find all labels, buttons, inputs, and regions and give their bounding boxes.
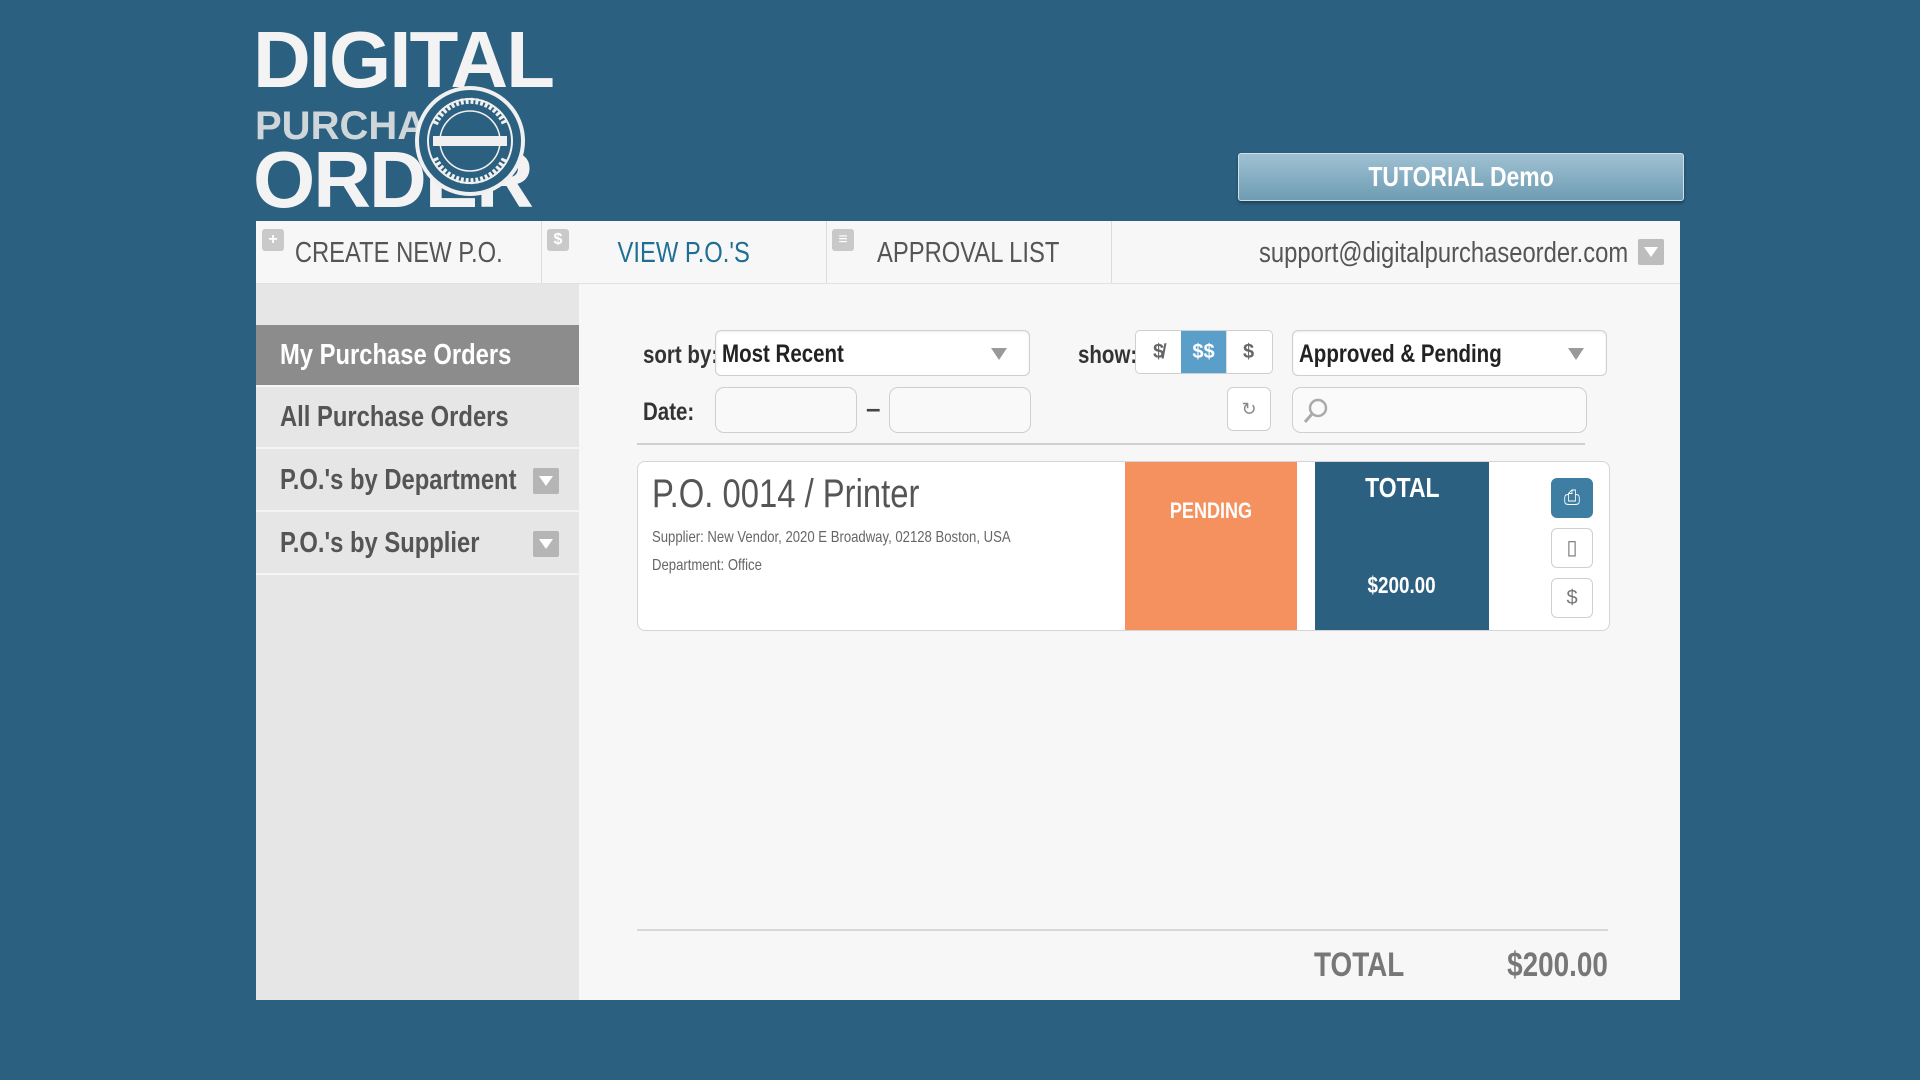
po-total-value: $200.00 [1367,572,1437,598]
show-all-toggle[interactable]: $$ [1181,331,1227,373]
tab-label: APPROVAL LIST [877,237,1060,269]
po-title: P.O. 0014 / Printer [652,472,920,516]
refresh-icon: ↻ [1241,399,1257,419]
po-total-label: TOTAL [1364,472,1440,503]
print-button[interactable]: ⎙ [1551,478,1593,518]
sidebar: My Purchase Orders All Purchase Orders P… [256,284,579,1000]
logo-seal-icon [415,86,525,196]
dollar-icon: $ [1566,587,1578,609]
account-menu[interactable]: support@digitalpurchaseorder.com [1120,221,1680,283]
grand-total-value: $200.00 [1507,946,1608,984]
show-label: show: [1078,341,1138,369]
search-input[interactable] [1292,387,1587,433]
main-nav: + CREATE NEW P.O. $ VIEW P.O.'S ≡ APPROV… [256,221,1680,284]
show-toggle-group: $̸ $$ $ [1135,330,1273,374]
sidebar-item-all-purchase-orders[interactable]: All Purchase Orders [256,387,579,449]
chevron-down-icon [1568,348,1584,360]
account-email: support@digitalpurchaseorder.com [1258,237,1628,269]
document-button[interactable]: ▯ [1551,528,1593,568]
status-select[interactable]: Approved & Pending [1292,330,1607,376]
tab-approval-list[interactable]: ≡ APPROVAL LIST [826,221,1112,283]
tutorial-demo-button[interactable]: TUTORIAL Demo [1238,153,1684,201]
divider [637,929,1608,931]
sort-select[interactable]: Most Recent [715,330,1030,376]
date-label: Date: [643,398,695,426]
tab-label: VIEW P.O.'S [617,237,750,269]
tab-view-pos[interactable]: $ VIEW P.O.'S [541,221,827,283]
status-value: Approved & Pending [1299,340,1502,368]
chevron-down-icon[interactable] [533,468,559,494]
document-icon: ▯ [1566,537,1578,559]
chevron-down-icon [991,348,1007,360]
sidebar-item-label: All Purchase Orders [280,401,509,433]
search-icon [1303,398,1328,423]
refresh-button[interactable]: ↻ [1227,387,1271,431]
app-logo: DIGITAL PURCHASE ORDER [253,20,555,220]
po-card[interactable]: P.O. 0014 / Printer Supplier: New Vendor… [637,461,1610,631]
show-no-cost-toggle[interactable]: $̸ [1136,331,1182,373]
date-separator: – [866,393,881,423]
sidebar-item-by-supplier[interactable]: P.O.'s by Supplier [256,513,579,575]
tab-create-new-po[interactable]: + CREATE NEW P.O. [256,221,542,283]
main-panel: sort by: Most Recent show: $̸ $$ $ Appro… [579,284,1680,1000]
grand-total-label: TOTAL [1314,946,1405,984]
sidebar-item-label: P.O.'s by Department [280,464,517,496]
cost-button[interactable]: $ [1551,578,1593,618]
sort-label: sort by: [643,341,719,369]
divider [637,443,1585,445]
printer-icon: ⎙ [1564,487,1580,509]
date-from-field[interactable] [715,387,857,433]
tab-label: CREATE NEW P.O. [294,237,503,269]
po-supplier: Supplier: New Vendor, 2020 E Broadway, 0… [652,529,1011,546]
sort-value: Most Recent [722,340,844,368]
sidebar-item-label: P.O.'s by Supplier [280,527,480,559]
sidebar-item-by-department[interactable]: P.O.'s by Department [256,450,579,512]
po-total: TOTAL $200.00 [1315,462,1489,630]
status-badge: PENDING [1125,462,1297,630]
po-department: Department: Office [652,557,762,574]
chevron-down-icon[interactable] [533,531,559,557]
date-to-field[interactable] [889,387,1031,433]
show-cost-toggle[interactable]: $ [1226,331,1271,373]
sidebar-item-label: My Purchase Orders [280,339,512,371]
sidebar-item-my-purchase-orders[interactable]: My Purchase Orders [256,325,579,387]
chevron-down-icon[interactable] [1638,239,1664,265]
